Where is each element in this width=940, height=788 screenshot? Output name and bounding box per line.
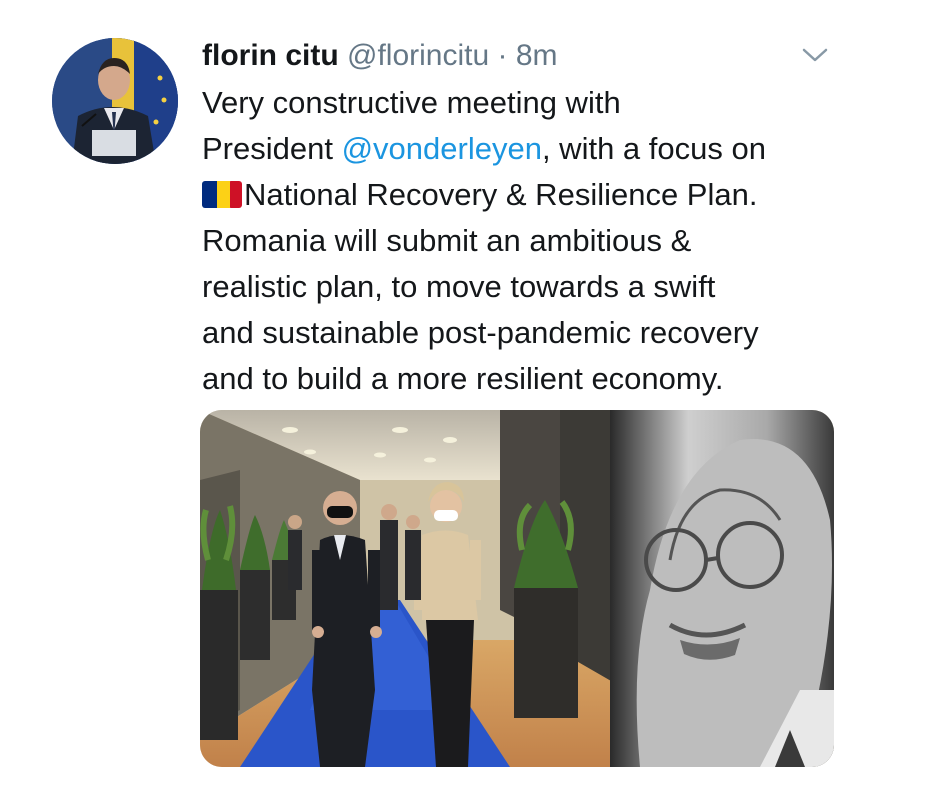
tweet-text-line: Very constructive meeting with [202,85,621,120]
author-avatar[interactable] [52,38,178,164]
tweet-text-line: realistic plan, to move towards a swift [202,269,716,304]
tweet-text-line: and sustainable post-pandemic recovery [202,315,759,350]
text-fragment: , with a focus on [541,131,766,166]
author-handle[interactable]: @florincitu [347,39,489,72]
tweet-card[interactable]: florin citu @florincitu · 8m Very constr… [0,0,940,788]
tweet-text-line: National Recovery & Resilience Plan. [202,172,862,218]
tweet-text: Very constructive meeting with President… [202,80,862,402]
separator-dot: · [497,39,508,72]
tweet-text-line: President @vonderleyen, with a focus on [202,126,862,172]
text-fragment: President [202,131,342,166]
tweet-text-line: and to build a more resilient economy. [202,361,724,396]
romania-flag-icon [202,181,242,208]
mention-link[interactable]: @vonderleyen [342,131,542,166]
tweet-timestamp[interactable]: 8m [516,39,558,72]
tweet-photo[interactable] [200,410,834,767]
tweet-header: florin citu @florincitu · 8m [202,36,558,76]
author-name[interactable]: florin citu [202,39,339,72]
chevron-down-icon[interactable] [800,44,830,66]
tweet-text-line: Romania will submit an ambitious & [202,223,692,258]
text-fragment: National Recovery & Resilience Plan. [244,177,758,212]
